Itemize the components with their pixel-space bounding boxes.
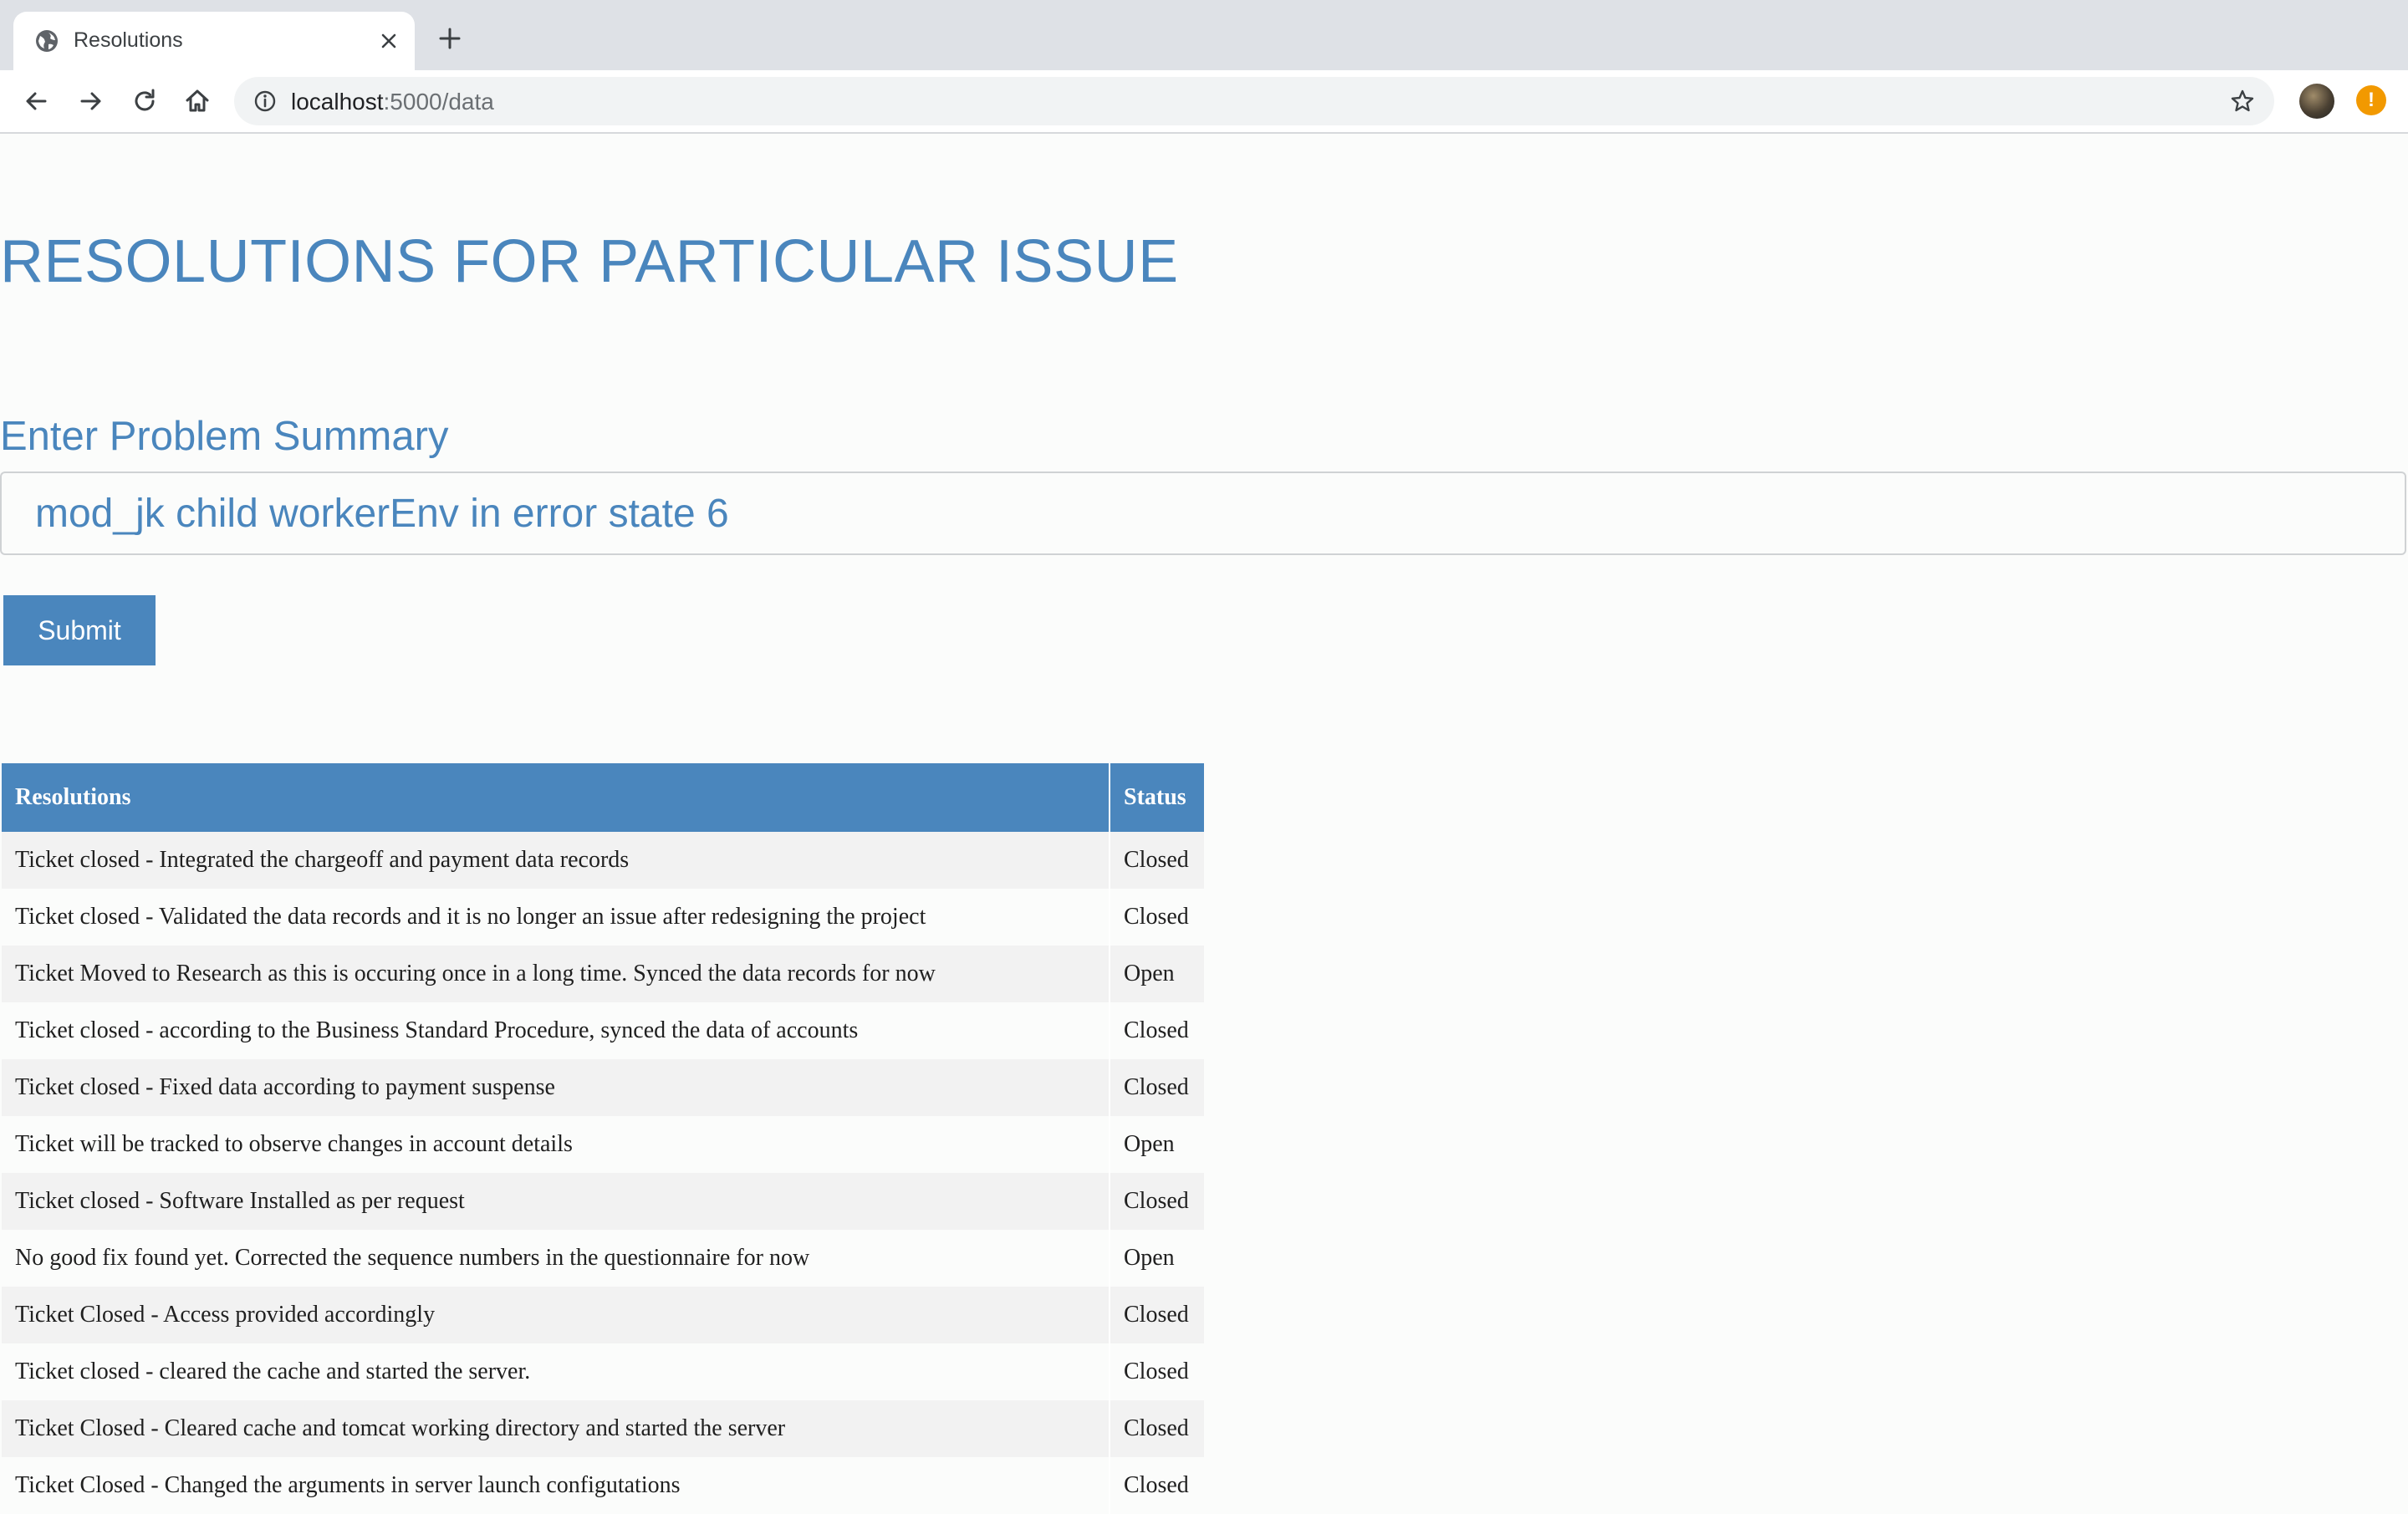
- table-row: Ticket closed - according to the Busines…: [2, 1002, 1204, 1059]
- tab-title: Resolutions: [74, 28, 183, 52]
- table-row: Ticket will be tracked to observe change…: [2, 1116, 1204, 1173]
- alert-icon[interactable]: !: [2356, 85, 2386, 115]
- status-cell: Closed: [1110, 889, 1204, 946]
- resolution-cell: Ticket Closed - Access provided accordin…: [2, 1287, 1110, 1343]
- status-cell: Closed: [1110, 1343, 1204, 1400]
- resolution-cell: Ticket closed - Fixed data according to …: [2, 1059, 1110, 1116]
- status-cell: Closed: [1110, 1059, 1204, 1116]
- plus-icon[interactable]: [435, 23, 465, 54]
- url-host: localhost: [291, 89, 384, 115]
- table-row: Ticket Closed - Changed the arguments in…: [2, 1457, 1204, 1514]
- resolution-cell: Ticket closed - Validated the data recor…: [2, 889, 1110, 946]
- avatar[interactable]: [2299, 84, 2334, 119]
- table-header-row: Resolutions Status: [2, 763, 1204, 832]
- table-row: Ticket Closed - Access provided accordin…: [2, 1287, 1204, 1343]
- resolution-cell: Ticket Closed - Changed the arguments in…: [2, 1457, 1110, 1514]
- problem-summary-input[interactable]: [0, 472, 2406, 555]
- info-icon[interactable]: [253, 89, 278, 114]
- close-icon[interactable]: [376, 28, 401, 54]
- page-title: RESOLUTIONS FOR PARTICULAR ISSUE: [0, 228, 1179, 295]
- status-cell: Closed: [1110, 1457, 1204, 1514]
- resolutions-table: Resolutions Status Ticket closed - Integ…: [2, 763, 1204, 1514]
- status-cell: Open: [1110, 946, 1204, 1002]
- status-cell: Open: [1110, 1230, 1204, 1287]
- table-row: Ticket Closed - Cleared cache and tomcat…: [2, 1400, 1204, 1457]
- browser-tab[interactable]: Resolutions: [13, 12, 415, 70]
- table-row: Ticket closed - cleared the cache and st…: [2, 1343, 1204, 1400]
- forward-arrow-icon[interactable]: [75, 85, 107, 117]
- home-icon[interactable]: [181, 85, 213, 117]
- browser-toolbar: localhost:5000/data !: [0, 70, 2408, 132]
- reload-icon[interactable]: [129, 85, 161, 117]
- status-cell: Closed: [1110, 832, 1204, 889]
- table-row: Ticket closed - Software Installed as pe…: [2, 1173, 1204, 1230]
- problem-summary-label: Enter Problem Summary: [0, 414, 449, 459]
- status-cell: Closed: [1110, 1400, 1204, 1457]
- status-cell: Open: [1110, 1116, 1204, 1173]
- resolution-cell: Ticket will be tracked to observe change…: [2, 1116, 1110, 1173]
- address-url[interactable]: localhost:5000/data: [291, 89, 494, 115]
- star-icon[interactable]: [2229, 88, 2256, 115]
- resolution-cell: No good fix found yet. Corrected the seq…: [2, 1230, 1110, 1287]
- table-row: No good fix found yet. Corrected the seq…: [2, 1230, 1204, 1287]
- globe-icon: [36, 30, 58, 52]
- resolution-cell: Ticket closed - Integrated the chargeoff…: [2, 832, 1110, 889]
- table-row: Ticket closed - Integrated the chargeoff…: [2, 832, 1204, 889]
- browser-chrome: Resolutions localhost:5000/data !: [0, 0, 2408, 134]
- table-row: Ticket closed - Validated the data recor…: [2, 889, 1204, 946]
- column-header-resolutions: Resolutions: [2, 763, 1110, 832]
- resolution-cell: Ticket closed - Software Installed as pe…: [2, 1173, 1110, 1230]
- status-cell: Closed: [1110, 1173, 1204, 1230]
- status-cell: Closed: [1110, 1287, 1204, 1343]
- resolution-cell: Ticket closed - according to the Busines…: [2, 1002, 1110, 1059]
- resolution-cell: Ticket Closed - Cleared cache and tomcat…: [2, 1400, 1110, 1457]
- resolution-cell: Ticket closed - cleared the cache and st…: [2, 1343, 1110, 1400]
- url-path: :5000/data: [383, 89, 494, 115]
- table-row: Ticket Moved to Research as this is occu…: [2, 946, 1204, 1002]
- status-cell: Closed: [1110, 1002, 1204, 1059]
- back-arrow-icon[interactable]: [20, 85, 52, 117]
- table-row: Ticket closed - Fixed data according to …: [2, 1059, 1204, 1116]
- tab-strip: Resolutions: [0, 0, 2408, 70]
- submit-button[interactable]: Submit: [3, 595, 156, 665]
- resolution-cell: Ticket Moved to Research as this is occu…: [2, 946, 1110, 1002]
- column-header-status: Status: [1110, 763, 1204, 832]
- address-bar[interactable]: localhost:5000/data: [234, 77, 2274, 125]
- page-content: RESOLUTIONS FOR PARTICULAR ISSUE Enter P…: [0, 134, 2408, 1514]
